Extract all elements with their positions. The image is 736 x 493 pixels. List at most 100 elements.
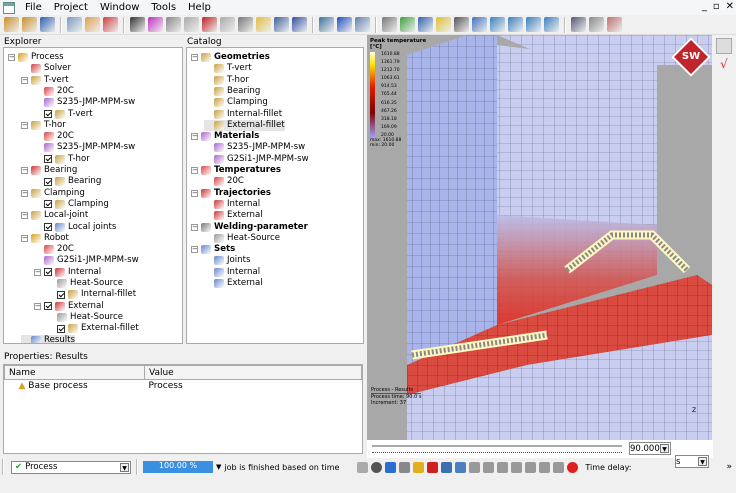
save-all-icon[interactable] (22, 17, 37, 32)
mesh-lines-icon[interactable] (166, 17, 181, 32)
layout-icon[interactable] (103, 17, 118, 32)
tree-item[interactable]: − Clamping (21, 188, 85, 199)
progress-dropdown[interactable]: ▼ (216, 463, 221, 471)
refresh-icon[interactable] (385, 461, 397, 473)
catalog-tree[interactable]: − Geometries T-vert T-hor Bearing Clamping Int… (186, 47, 364, 344)
move-icon[interactable] (454, 17, 469, 32)
save-icon[interactable] (40, 17, 55, 32)
color-scale-icon[interactable] (148, 17, 163, 32)
tree-item[interactable]: T-vert (204, 63, 252, 74)
tree-item[interactable]: Internal (204, 267, 260, 278)
expand-toggle[interactable]: − (34, 302, 41, 310)
process-select[interactable]: ✔ Process ▼ (11, 460, 131, 474)
stop-icon[interactable] (371, 461, 383, 473)
record-icon[interactable] (567, 461, 579, 473)
tree-item[interactable]: Bearing (204, 86, 260, 97)
tree-item[interactable]: − Trajectories (191, 188, 271, 199)
view-front-icon[interactable] (382, 17, 397, 32)
page-icon[interactable] (85, 17, 100, 32)
tree-item[interactable]: External (204, 278, 263, 289)
frame-icon[interactable] (589, 17, 604, 32)
last-frame-icon[interactable] (553, 461, 565, 473)
visibility-checkbox[interactable] (57, 290, 65, 299)
tree-item[interactable]: − External (34, 301, 104, 312)
tree-item[interactable]: Clamping (34, 199, 109, 210)
tree-item[interactable]: − Robot (21, 233, 69, 244)
menu-tools[interactable]: Tools (145, 2, 182, 13)
overflow-button[interactable]: » (726, 462, 732, 472)
tree-item[interactable]: Solver (21, 63, 71, 74)
first-frame-icon[interactable] (469, 461, 481, 473)
menu-window[interactable]: Window (94, 2, 145, 13)
import-icon[interactable] (319, 17, 334, 32)
tools-icon[interactable] (455, 461, 467, 473)
tree-item[interactable]: − Materials (191, 131, 259, 142)
expand-toggle[interactable]: − (191, 167, 198, 174)
tree-item[interactable]: T-hor (34, 154, 90, 165)
expand-toggle[interactable]: − (191, 133, 198, 141)
tree-item[interactable]: G2Si1-JMP-MPM-sw (204, 154, 309, 165)
prev-icon[interactable] (497, 461, 509, 473)
visibility-checkbox[interactable] (44, 110, 52, 118)
monitor-icon[interactable] (441, 461, 453, 473)
tree-item[interactable]: − T-hor (21, 120, 66, 131)
open-folder-icon[interactable] (4, 17, 19, 32)
expand-toggle[interactable]: − (191, 54, 198, 61)
tree-item[interactable]: S235-JMP-MPM-sw (34, 142, 135, 153)
ruler-icon[interactable] (256, 17, 271, 32)
play-icon[interactable] (525, 461, 537, 473)
tree-item[interactable]: T-hor (204, 75, 249, 86)
scissors-icon[interactable] (292, 17, 307, 32)
explorer-tree[interactable]: − Process Solver − T-vert 20C S235-JMP-MPM-sw T… (3, 47, 183, 344)
lighting-icon[interactable] (436, 17, 451, 32)
3d-viewport[interactable]: Peak temperature [°C] 1610.88 1361.79 1212… (367, 35, 712, 440)
view-side-icon[interactable] (526, 17, 541, 32)
tree-item[interactable]: Heat-Source (47, 278, 123, 289)
visibility-checkbox[interactable] (44, 223, 52, 231)
tree-item[interactable]: − Local-joint (21, 210, 88, 221)
prev-step-icon[interactable] (483, 461, 495, 473)
rotate-icon[interactable] (571, 17, 586, 32)
visibility-checkbox[interactable] (57, 324, 65, 333)
expand-toggle[interactable]: − (21, 212, 28, 220)
tree-item[interactable]: 20C (34, 86, 74, 97)
tree-item[interactable]: − Welding-parameter (191, 222, 308, 233)
minimize-button[interactable]: _ (702, 1, 707, 12)
expand-toggle[interactable]: − (34, 268, 41, 276)
tree-item[interactable]: External-fillet (204, 119, 285, 131)
restore-button[interactable]: ▫ (713, 1, 720, 12)
tree-item[interactable]: 20C (204, 176, 244, 187)
stop-playback-icon[interactable] (511, 461, 523, 473)
tree-item[interactable]: T-vert (34, 109, 93, 120)
tree-item[interactable]: − Internal (34, 267, 101, 278)
visibility-checkbox[interactable] (44, 177, 52, 186)
expand-toggle[interactable]: − (21, 189, 28, 197)
expand-toggle[interactable]: − (191, 223, 198, 231)
probe-icon[interactable] (202, 17, 217, 32)
menu-file[interactable]: File (19, 2, 48, 13)
export-icon[interactable] (337, 17, 352, 32)
zoom-icon[interactable] (472, 17, 487, 32)
expand-toggle[interactable]: − (21, 167, 28, 174)
tree-item[interactable]: 20C (34, 244, 74, 255)
axes-icon[interactable] (130, 17, 145, 32)
tree-item[interactable]: G2Si1-JMP-MPM-sw (34, 255, 139, 266)
tree-item[interactable]: Results (21, 334, 76, 343)
image-icon[interactable] (67, 17, 82, 32)
tree-item[interactable]: Internal-fillet (204, 109, 282, 120)
copy-icon[interactable] (355, 17, 370, 32)
alarm-icon[interactable] (427, 461, 439, 473)
column-name[interactable]: Name (4, 365, 145, 380)
visibility-checkbox[interactable] (44, 302, 52, 311)
tree-item[interactable]: 20C (34, 131, 74, 142)
next-step-icon[interactable] (539, 461, 551, 473)
tree-item[interactable]: S235-JMP-MPM-sw (34, 97, 135, 108)
tree-item[interactable]: − Geometries (191, 52, 270, 63)
tree-item[interactable]: Joints (204, 255, 250, 266)
column-value[interactable]: Value (144, 365, 362, 380)
time-value-field[interactable]: 90.000 ▼ (629, 442, 671, 455)
expand-toggle[interactable]: − (21, 121, 28, 129)
trajectory-icon[interactable]: √ (716, 57, 732, 73)
node-numbers-icon[interactable] (184, 17, 199, 32)
tree-item[interactable]: − Bearing (21, 165, 77, 176)
